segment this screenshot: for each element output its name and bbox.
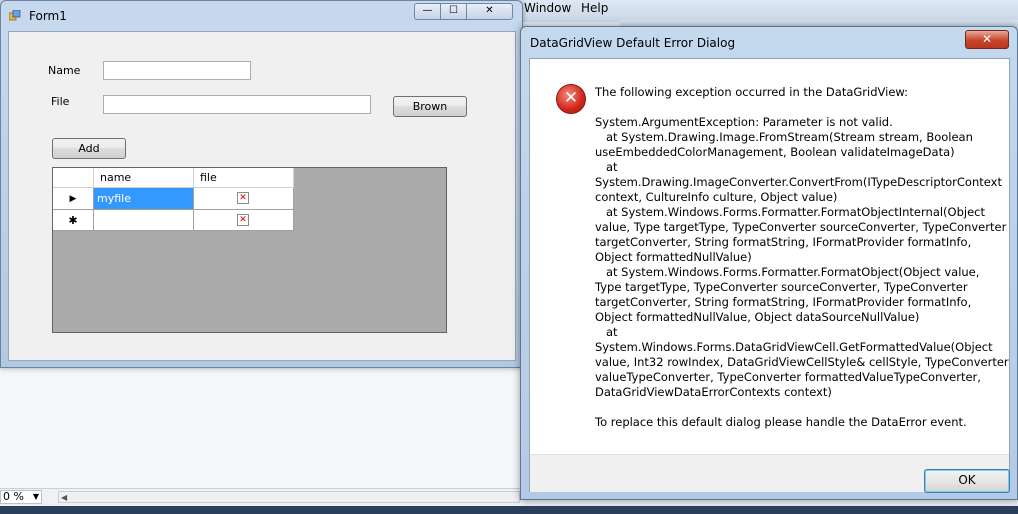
minimize-button[interactable]: —: [414, 3, 441, 20]
row-header-current[interactable]: ▶: [53, 188, 94, 210]
broken-image-icon: ✕: [237, 192, 249, 204]
form1-title: Form1: [29, 9, 67, 23]
data-grid[interactable]: name file ▶ myfile ✕ ✱ ✕: [52, 167, 447, 333]
file-label: File: [51, 95, 70, 108]
error-message: The following exception occurred in the …: [595, 85, 1009, 429]
cell-name-row2[interactable]: [94, 210, 194, 231]
horizontal-scrollbar[interactable]: ◀: [58, 491, 520, 503]
browse-button[interactable]: Brown: [393, 96, 467, 117]
scroll-left-icon[interactable]: ◀: [61, 493, 67, 502]
zoom-dropdown[interactable]: 0 % ▼: [0, 490, 42, 504]
zoom-value: 0 %: [3, 490, 24, 503]
ok-button[interactable]: OK: [924, 469, 1010, 493]
file-input[interactable]: [103, 95, 371, 114]
form1-window: Form1 — ☐ ✕ Name File Brown Add name fil…: [0, 0, 523, 368]
close-icon: ✕: [981, 32, 993, 46]
current-row-icon: ▶: [69, 194, 77, 204]
taskbar: [0, 506, 1018, 514]
grid-corner-header: [53, 168, 94, 188]
minimize-icon: —: [422, 5, 433, 16]
menu-help[interactable]: Help: [581, 1, 608, 15]
add-button[interactable]: Add: [52, 138, 126, 159]
column-header-name[interactable]: name: [94, 168, 194, 188]
error-icon: ✕: [556, 84, 586, 114]
row-header-new[interactable]: ✱: [53, 210, 94, 231]
error-dialog: DataGridView Default Error Dialog ✕ ✕ Th…: [520, 26, 1018, 500]
maximize-icon: ☐: [449, 5, 458, 16]
close-button[interactable]: ✕: [466, 3, 513, 20]
chevron-down-icon: ▼: [32, 492, 39, 501]
menu-window[interactable]: Window: [524, 1, 571, 15]
close-icon: ✕: [485, 5, 494, 16]
new-row-icon: ✱: [68, 214, 78, 227]
name-label: Name: [48, 64, 81, 77]
broken-image-icon: ✕: [237, 214, 249, 226]
cell-name-row1[interactable]: myfile: [94, 188, 194, 210]
name-input[interactable]: [103, 61, 251, 80]
form-icon: [9, 10, 21, 21]
column-header-file[interactable]: file: [194, 168, 294, 188]
dialog-client-area: ✕ The following exception occurred in th…: [529, 58, 1010, 493]
cell-file-row1[interactable]: ✕: [194, 188, 294, 210]
maximize-button[interactable]: ☐: [440, 3, 467, 20]
dialog-title: DataGridView Default Error Dialog: [530, 36, 736, 50]
cell-file-row2[interactable]: ✕: [194, 210, 294, 231]
dialog-close-button[interactable]: ✕: [965, 30, 1009, 49]
